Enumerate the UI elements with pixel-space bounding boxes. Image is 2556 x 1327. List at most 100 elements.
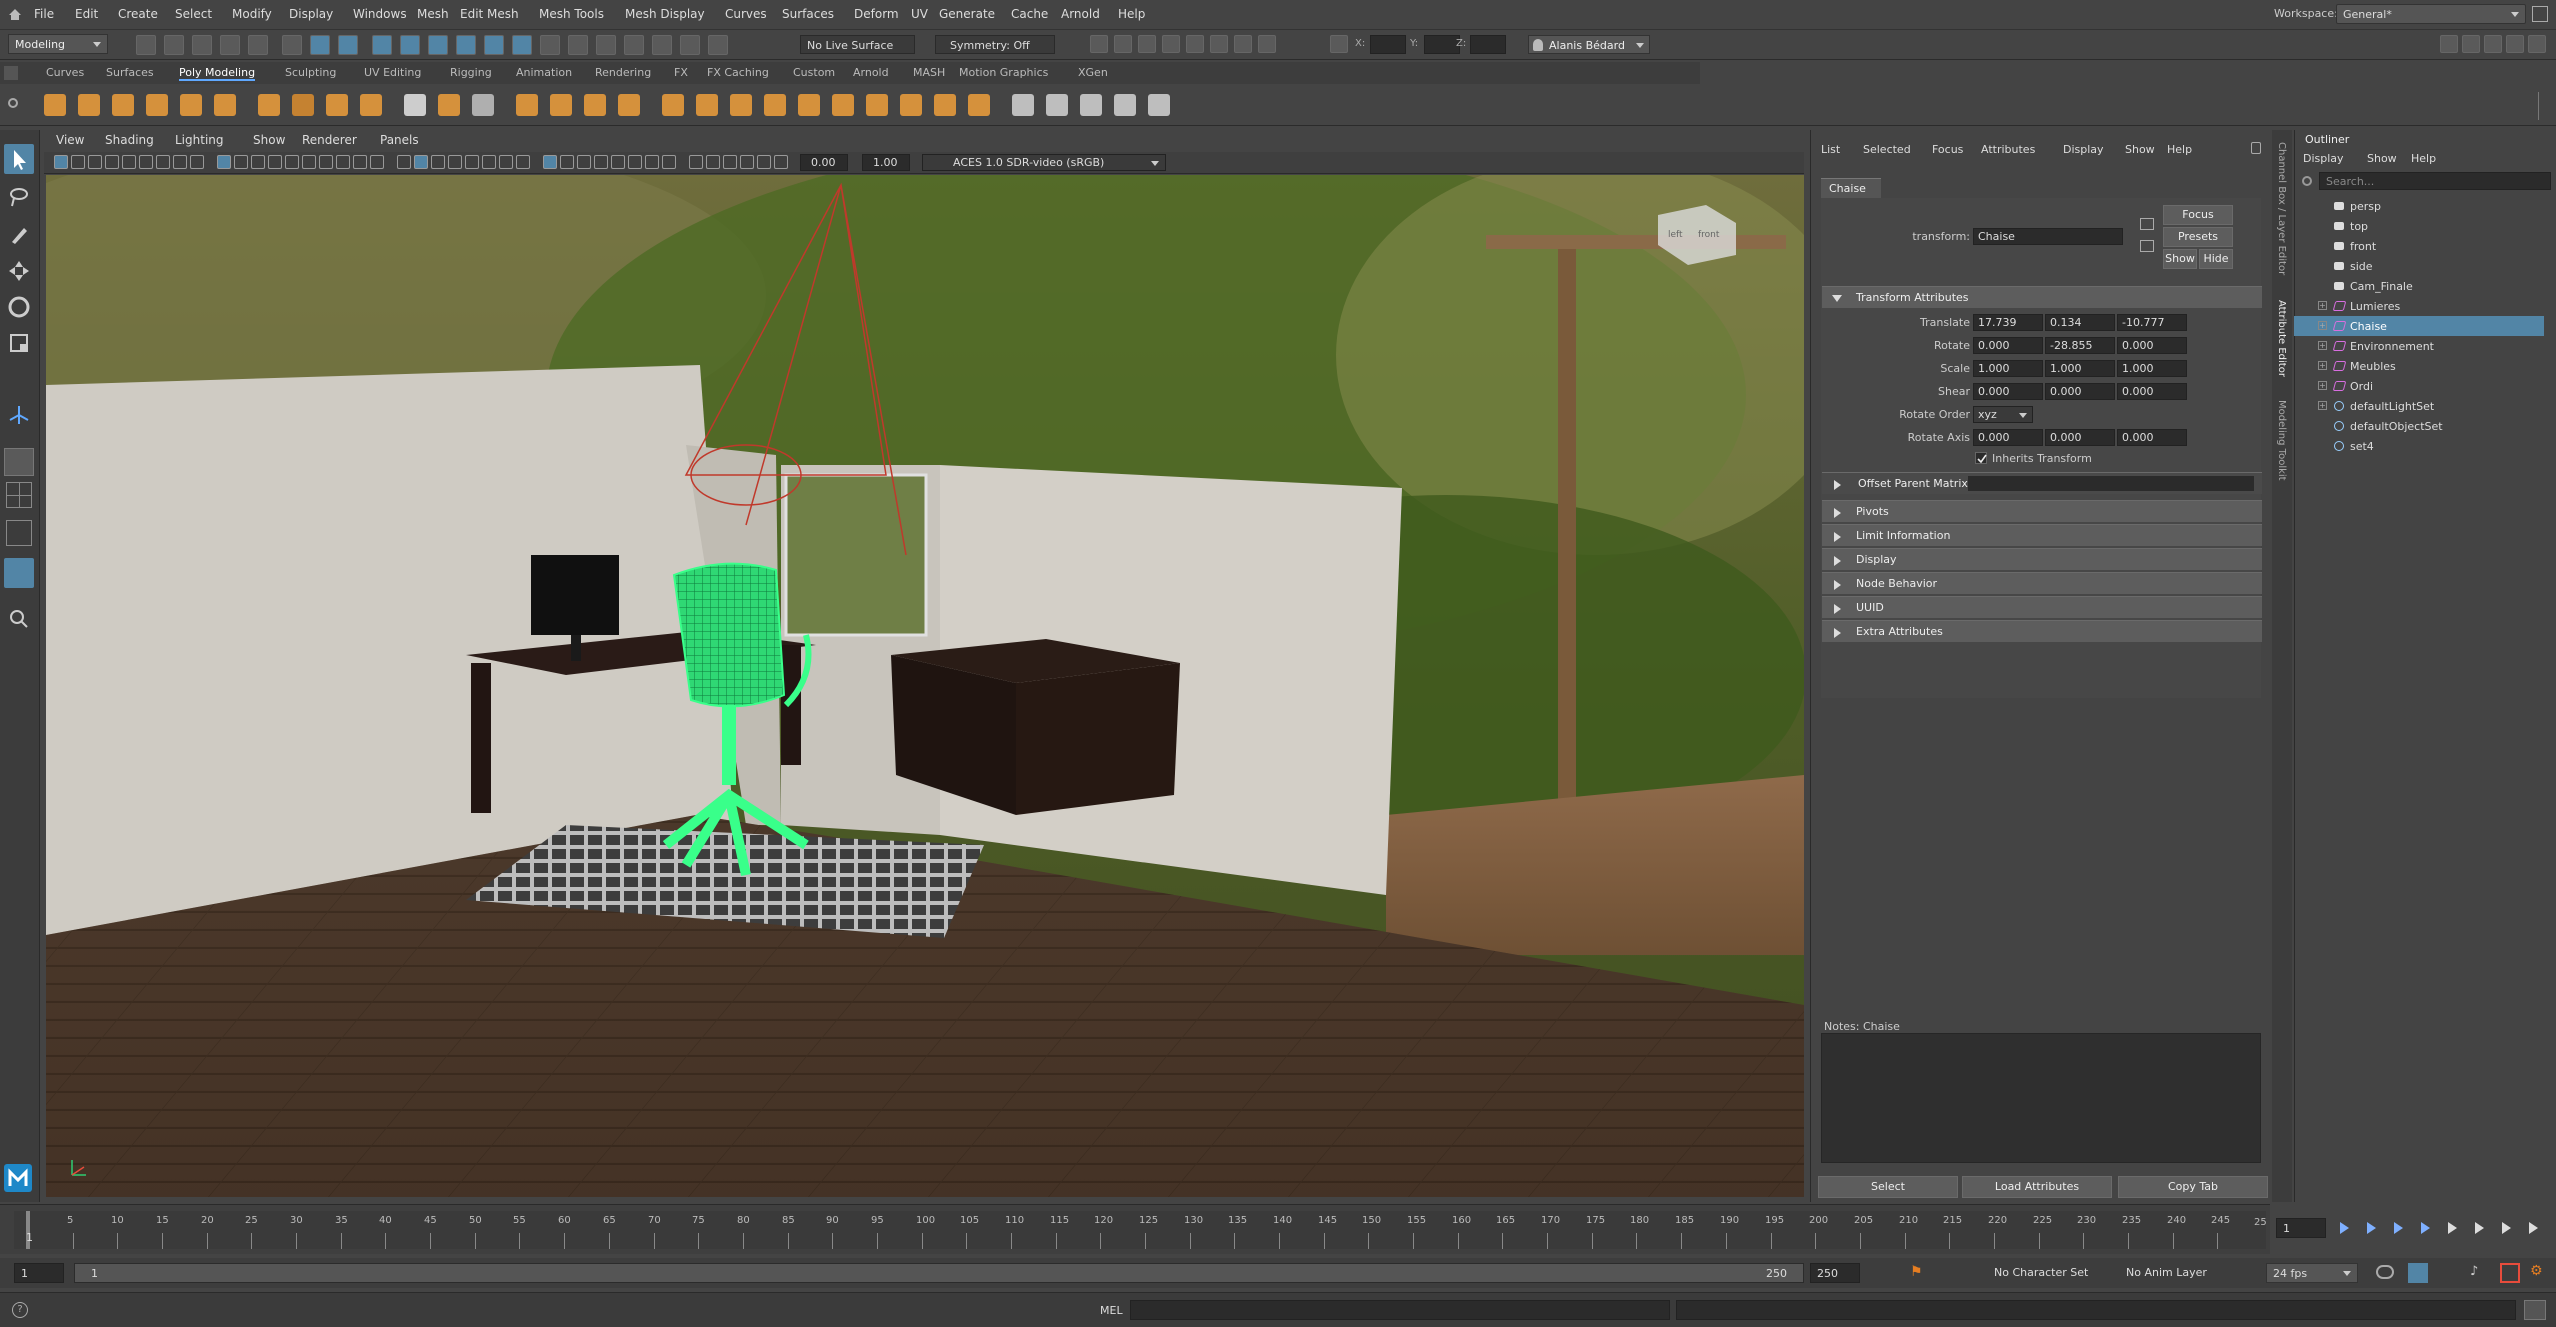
- transform-mode-icon[interactable]: [1330, 35, 1348, 53]
- poly-sphere-icon[interactable]: [44, 94, 66, 116]
- poly-torus-icon[interactable]: [180, 94, 202, 116]
- scale-x-field[interactable]: 1.000: [1973, 360, 2043, 377]
- render-current-icon[interactable]: [1114, 35, 1132, 53]
- wrap-icon[interactable]: [1114, 94, 1136, 116]
- pin-icon[interactable]: [2251, 142, 2261, 154]
- viewport-tool-icon-20[interactable]: [397, 155, 411, 169]
- section-limit-information[interactable]: Limit Information: [1822, 524, 2262, 546]
- hide-button[interactable]: Hide: [2199, 249, 2233, 269]
- viewport-menu-lighting[interactable]: Lighting: [175, 133, 224, 147]
- copy-tab-button[interactable]: Copy Tab: [2118, 1176, 2268, 1198]
- menu-surfaces[interactable]: Surfaces: [782, 7, 834, 21]
- new-scene-icon[interactable]: [136, 35, 156, 55]
- mode-dropdown[interactable]: Modeling: [8, 34, 108, 54]
- viewport-tool-icon-19[interactable]: [370, 155, 384, 169]
- translate-z-field[interactable]: -10.777: [2117, 314, 2187, 331]
- outliner-search-input[interactable]: Search...: [2302, 172, 2551, 190]
- menu-file[interactable]: File: [34, 7, 54, 21]
- append-icon[interactable]: [798, 94, 820, 116]
- expand-plus-icon[interactable]: +: [2318, 401, 2327, 410]
- viewport-tool-icon-26[interactable]: [499, 155, 513, 169]
- shear-z-field[interactable]: 0.000: [2117, 383, 2187, 400]
- section-extra-attributes[interactable]: Extra Attributes: [1822, 620, 2262, 642]
- animation-prefs-icon[interactable]: [2500, 1263, 2520, 1283]
- script-editor-icon[interactable]: [2524, 1300, 2546, 1320]
- single-view-icon[interactable]: [4, 448, 34, 476]
- undo-icon[interactable]: [220, 35, 240, 55]
- type-icon[interactable]: [404, 94, 426, 116]
- play-forward-icon[interactable]: [2448, 1222, 2457, 1234]
- current-frame-field[interactable]: 1: [2276, 1218, 2326, 1238]
- snap-surface-icon[interactable]: [484, 35, 504, 55]
- viewport-tool-icon-6[interactable]: [139, 155, 153, 169]
- play-back-icon[interactable]: [2421, 1222, 2430, 1234]
- soft-select-icon[interactable]: [1148, 94, 1170, 116]
- shelf-tab-arnold[interactable]: Arnold: [853, 66, 889, 79]
- viewport-tool-icon-25[interactable]: [482, 155, 496, 169]
- ae-copy-icon[interactable]: [2140, 240, 2154, 252]
- fill-hole-icon[interactable]: [832, 94, 854, 116]
- viewport-menu-show[interactable]: Show: [253, 133, 285, 147]
- symmetry-dropdown[interactable]: Symmetry: Off: [935, 35, 1055, 54]
- viewport-tool-icon-39[interactable]: [740, 155, 754, 169]
- outliner-item-environnement[interactable]: + Environnement: [2294, 336, 2544, 356]
- focus-button[interactable]: Focus: [2163, 205, 2233, 225]
- menu-curves[interactable]: Curves: [725, 7, 767, 21]
- shelf-tab-custom[interactable]: Custom: [793, 66, 835, 79]
- smooth-icon[interactable]: [584, 94, 606, 116]
- select-object-icon[interactable]: [310, 35, 330, 55]
- viewport-tool-icon-14[interactable]: [285, 155, 299, 169]
- combine-icon[interactable]: [516, 94, 538, 116]
- booleans-icon[interactable]: [618, 94, 640, 116]
- ae-load-icon[interactable]: [2140, 218, 2154, 230]
- fps-dropdown[interactable]: 24 fps: [2266, 1263, 2358, 1283]
- shelf-tab-curves[interactable]: Curves: [46, 66, 84, 79]
- menu-select[interactable]: Select: [175, 7, 212, 21]
- step-back-key-icon[interactable]: [2367, 1222, 2376, 1234]
- poly-plane-icon[interactable]: [214, 94, 236, 116]
- menu-deform[interactable]: Deform: [854, 7, 899, 21]
- viewport-menu-shading[interactable]: Shading: [105, 133, 154, 147]
- menu-create[interactable]: Create: [118, 7, 158, 21]
- end-frame-field[interactable]: 250: [1810, 1263, 1860, 1283]
- viewport-tool-icon-11[interactable]: [234, 155, 248, 169]
- paint-select-icon[interactable]: [6, 222, 32, 248]
- snap-live-icon[interactable]: [512, 35, 532, 55]
- viewport-tool-icon-35[interactable]: [662, 155, 676, 169]
- expand-plus-icon[interactable]: +: [2318, 301, 2327, 310]
- section-node-behavior[interactable]: Node Behavior: [1822, 572, 2262, 594]
- viewport-menu-renderer[interactable]: Renderer: [302, 133, 357, 147]
- last-tool-icon[interactable]: [6, 402, 32, 428]
- viewport-tool-icon-31[interactable]: [594, 155, 608, 169]
- outliner-item-persp[interactable]: persp: [2294, 196, 2544, 216]
- construction-icon[interactable]: [652, 35, 672, 55]
- shelf-scroll-icon[interactable]: [2538, 92, 2548, 120]
- menu-mesh-display[interactable]: Mesh Display: [625, 7, 705, 21]
- select-component-icon[interactable]: [338, 35, 358, 55]
- viewport-tool-icon-21[interactable]: [414, 155, 428, 169]
- shelf-tab-animation[interactable]: Animation: [516, 66, 572, 79]
- step-forward-key-icon[interactable]: [2502, 1222, 2511, 1234]
- section-pivots[interactable]: Pivots: [1822, 500, 2262, 522]
- pause-viewport-icon[interactable]: [1258, 35, 1276, 53]
- sculpt-icon[interactable]: [1012, 94, 1034, 116]
- sweep-mesh-icon[interactable]: [360, 94, 382, 116]
- poly-cone-icon[interactable]: [146, 94, 168, 116]
- separate-icon[interactable]: [550, 94, 572, 116]
- command-input[interactable]: [1130, 1300, 1670, 1320]
- magnet-icon[interactable]: [540, 35, 560, 55]
- four-view-icon[interactable]: [6, 482, 32, 508]
- open-scene-icon[interactable]: [164, 35, 184, 55]
- viewport-tool-icon-40[interactable]: [757, 155, 771, 169]
- translate-x-field[interactable]: 17.739: [1973, 314, 2043, 331]
- rotate-tool-icon[interactable]: [6, 294, 32, 320]
- x-field[interactable]: [1370, 35, 1406, 54]
- viewport-tool-icon-38[interactable]: [723, 155, 737, 169]
- menu-uv[interactable]: UV: [911, 7, 928, 21]
- mirror-icon[interactable]: [708, 35, 728, 55]
- shelf-tab-mash[interactable]: MASH: [913, 66, 945, 79]
- rotate-y-field[interactable]: -28.855: [2045, 337, 2115, 354]
- show-button[interactable]: Show: [2163, 249, 2197, 269]
- output-ops-icon[interactable]: [624, 35, 644, 55]
- shelf-tab-surfaces[interactable]: Surfaces: [106, 66, 154, 79]
